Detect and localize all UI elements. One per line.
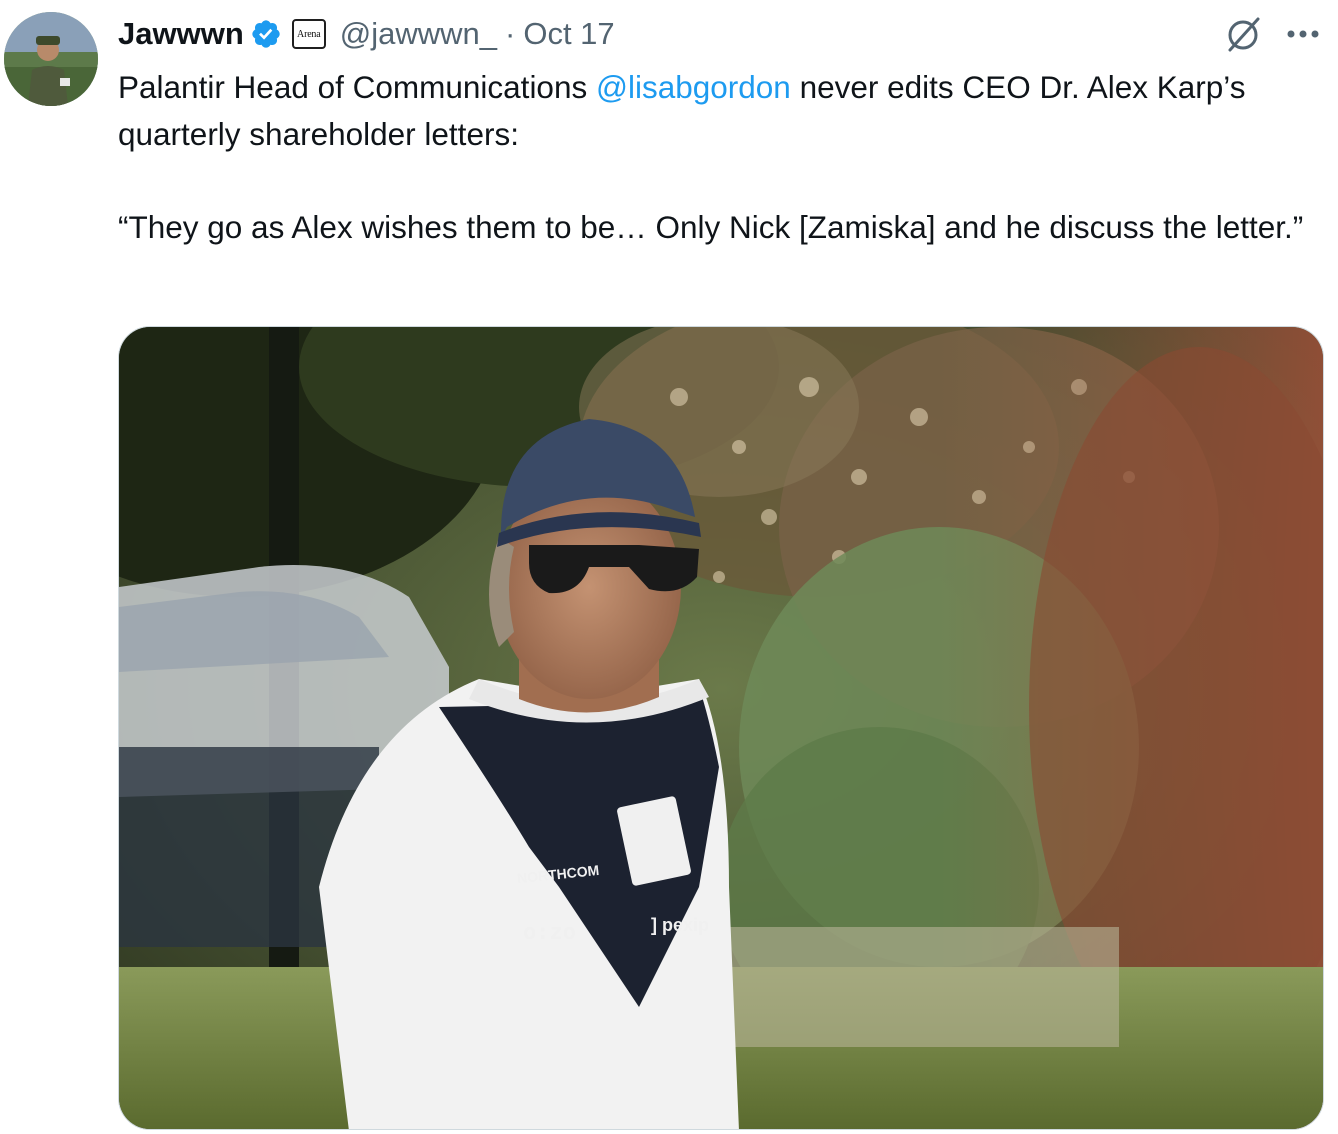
shirt-text-pexip: ] pexip <box>651 915 709 935</box>
tweet-quote: “They go as Alex wishes them to be… Only… <box>118 208 1304 245</box>
more-options-button[interactable] <box>1283 16 1323 52</box>
grok-icon[interactable] <box>1224 14 1264 54</box>
mention-link[interactable]: @lisabgordon <box>596 69 791 105</box>
tweet-timestamp[interactable]: Oct 17 <box>523 16 614 52</box>
tweet-paragraph-1: Palantir Head of Communications @lisabgo… <box>118 64 1318 157</box>
shirt-text-ozo: o:zo <box>523 920 576 945</box>
affiliate-badge-icon[interactable]: Arena <box>291 19 326 49</box>
media-image: NORTHCOM o:zo ] pexip <box>119 327 1323 1129</box>
verified-badge-icon[interactable] <box>250 18 282 50</box>
separator-dot: · <box>505 16 516 51</box>
tweet-body: Palantir Head of Communications @lisabgo… <box>118 64 1318 250</box>
tweet-header: Jawwwn Arena @jawwwn_ · Oct 17 <box>118 10 615 58</box>
author-display-name[interactable]: Jawwwn <box>118 16 244 52</box>
author-avatar[interactable] <box>4 12 98 106</box>
author-handle[interactable]: @jawwwn_ <box>340 16 497 52</box>
tweet-media-photo[interactable]: NORTHCOM o:zo ] pexip <box>118 326 1324 1130</box>
avatar-photo <box>4 12 98 106</box>
tweet-text-segment: Palantir Head of Communications <box>118 69 596 105</box>
more-options-icon <box>1287 30 1319 38</box>
